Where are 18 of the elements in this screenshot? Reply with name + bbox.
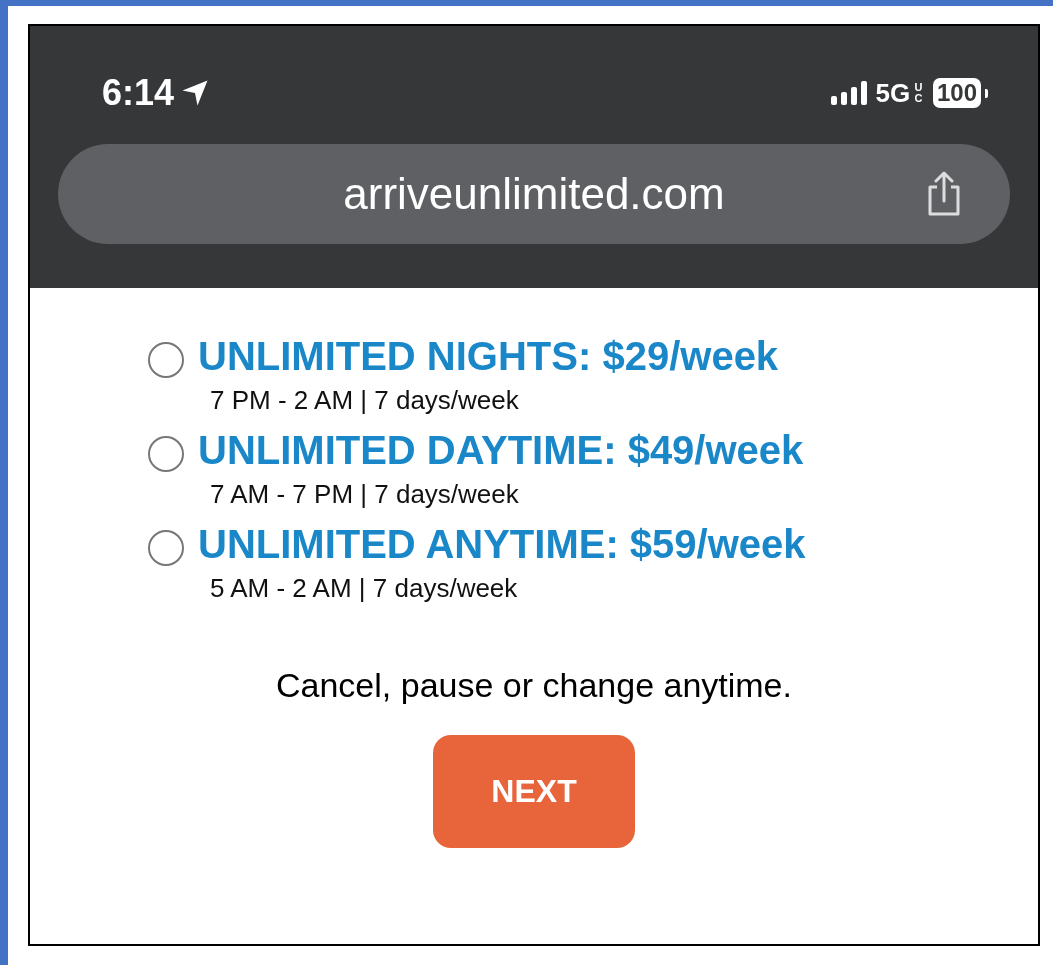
plan-title: UNLIMITED DAYTIME: $49/week <box>198 428 804 473</box>
radio-button[interactable] <box>148 435 184 472</box>
address-bar[interactable]: arriveunlimited.com <box>58 144 1010 244</box>
next-button[interactable]: NEXT <box>433 735 635 848</box>
network-suffix: UC <box>914 82 923 104</box>
battery-level: 100 <box>932 78 981 108</box>
status-time: 6:14 <box>102 72 175 114</box>
battery-tip-icon <box>985 88 988 98</box>
cancel-note: Cancel, pause or change anytime. <box>276 666 792 705</box>
plan-hours: 7 AM - 7 PM | 7 days/week <box>210 479 520 510</box>
radio-button[interactable] <box>148 529 184 566</box>
plan-hours: 7 PM - 2 AM | 7 days/week <box>210 385 520 416</box>
plan-title: UNLIMITED NIGHTS: $29/week <box>198 334 779 379</box>
signal-icon <box>831 81 868 105</box>
plan-title: UNLIMITED ANYTIME: $59/week <box>198 522 806 567</box>
plan-hours: 5 AM - 2 AM | 7 days/week <box>210 573 519 604</box>
network-label: 5G <box>875 77 911 109</box>
radio-button[interactable] <box>148 341 184 378</box>
